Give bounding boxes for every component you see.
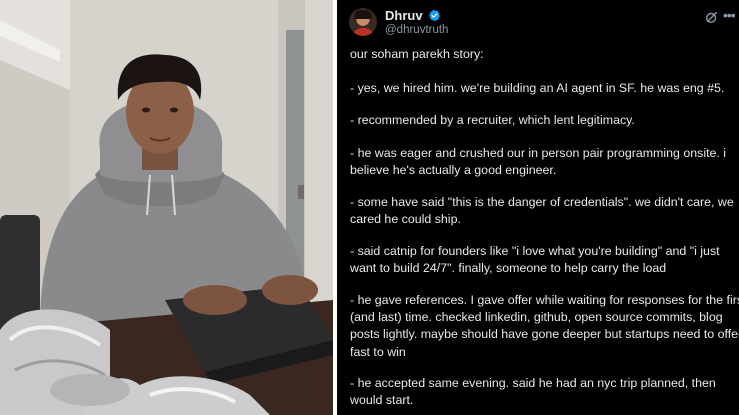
author-display-name[interactable]: Dhruv <box>385 8 423 23</box>
tweet-paragraph: - said catnip for founders like "i love … <box>350 244 720 276</box>
tweet-paragraph: - yes, we hired him. we're building an A… <box>350 81 725 95</box>
grok-icon[interactable] <box>705 10 719 24</box>
tweet-paragraph: - some have said "this is the danger of … <box>350 195 734 227</box>
tweet-paragraph: - he gave references. I gave offer while… <box>350 293 739 359</box>
author-handle[interactable]: @dhruvtruth <box>385 24 448 36</box>
tweet-paragraph: - he was eager and crushed our in person… <box>350 146 727 178</box>
tweet-card: Dhruv @dhruvtruth ••• our soham parekh s… <box>337 0 739 415</box>
more-icon[interactable]: ••• <box>723 8 736 22</box>
tweet-paragraph: - he accepted same evening. said he had … <box>350 376 716 408</box>
avatar[interactable] <box>349 8 377 36</box>
tweet-paragraph: our soham parekh story: <box>350 47 484 61</box>
tweet-paragraph: - recommended by a recruiter, which lent… <box>350 113 635 127</box>
photo-illustration <box>0 0 333 415</box>
photo-panel <box>0 0 333 415</box>
verified-badge-icon <box>429 9 440 22</box>
